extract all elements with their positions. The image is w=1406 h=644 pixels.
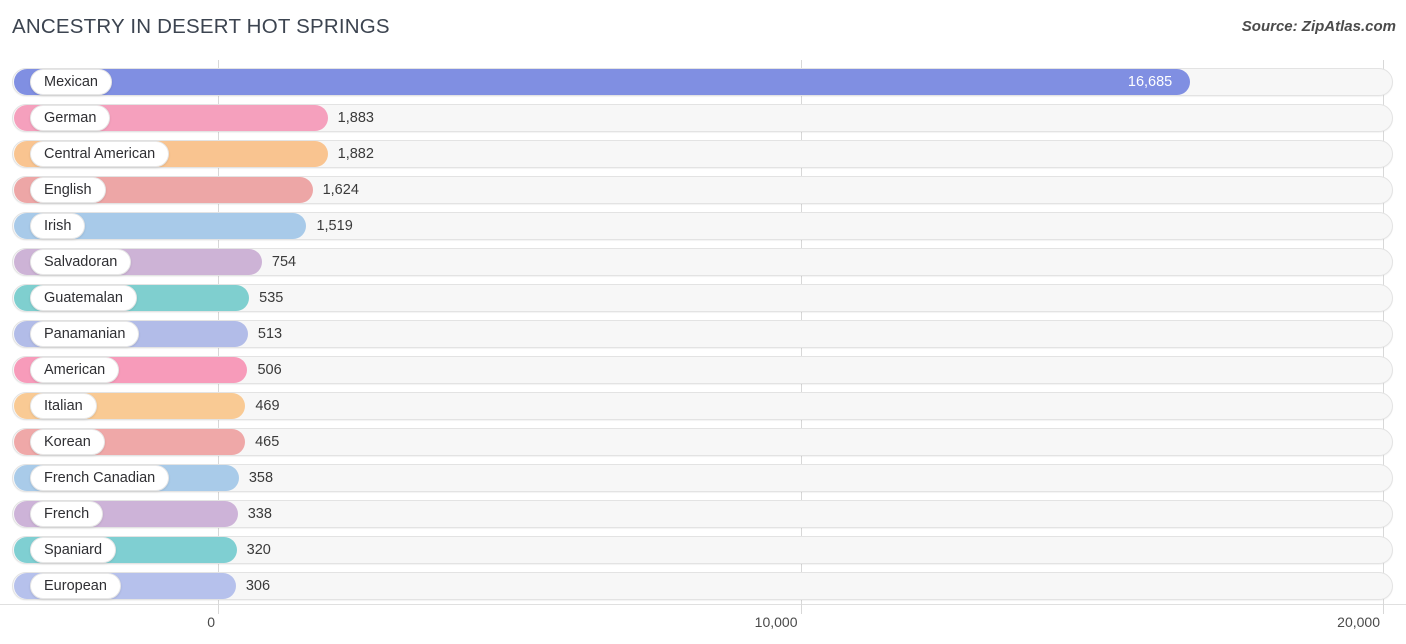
- bar-value-label: 506: [257, 361, 282, 378]
- bar-value-label: 1,882: [337, 145, 374, 162]
- bar-label-pill[interactable]: English: [30, 177, 106, 203]
- bar-category-label: English: [44, 181, 92, 198]
- bar-category-label: Panamanian: [44, 325, 126, 342]
- bar-value-label: 1,624: [322, 181, 359, 198]
- bar-label-pill[interactable]: Irish: [30, 213, 86, 239]
- chart-row: Irish 1,519: [0, 208, 1406, 244]
- bar-label-pill[interactable]: German: [30, 105, 111, 131]
- bar-category-label: Spaniard: [44, 541, 103, 558]
- bar-value-label: 16,685: [1127, 73, 1173, 90]
- source-attribution: Source: ZipAtlas.com: [1241, 18, 1396, 35]
- chart-row: Guatemalan 535: [0, 280, 1406, 316]
- bar-label-pill[interactable]: Korean: [30, 429, 105, 455]
- bar-category-label: Mexican: [44, 73, 98, 90]
- bar-label-pill[interactable]: American: [30, 357, 120, 383]
- chart-row: Central American 1,882: [0, 136, 1406, 172]
- bar-category-label: Italian: [44, 397, 83, 414]
- x-axis-tick-label: 10,000: [754, 614, 798, 630]
- tick-mark-10000: [800, 604, 802, 614]
- bar-category-label: Korean: [44, 433, 91, 450]
- chart-plot-area: Mexican 16,685 German 1,883 Central American…: [0, 60, 1406, 608]
- bar-label-pill[interactable]: Guatemalan: [30, 285, 137, 311]
- chart-row: Mexican 16,685: [0, 64, 1406, 100]
- chart-row: Italian 469: [0, 388, 1406, 424]
- bar-label-pill[interactable]: French Canadian: [30, 465, 170, 491]
- bar-category-label: European: [44, 577, 107, 594]
- bar-value-label: 535: [259, 289, 284, 306]
- chart-row: English 1,624: [0, 172, 1406, 208]
- chart-row: European 306: [0, 568, 1406, 604]
- bar-label-pill[interactable]: Central American: [30, 141, 170, 167]
- bar-value-label: 1,519: [316, 217, 353, 234]
- bar-category-label: American: [44, 361, 106, 378]
- bar-label-pill[interactable]: Mexican: [30, 69, 112, 95]
- bar-category-label: Irish: [44, 217, 72, 234]
- bar-value-label: 469: [255, 397, 280, 414]
- chart-row: German 1,883: [0, 100, 1406, 136]
- chart-page: ANCESTRY IN DESERT HOT SPRINGS Source: Z…: [0, 0, 1406, 644]
- chart-row: Spaniard 320: [0, 532, 1406, 568]
- axis-baseline: [0, 604, 1406, 605]
- bar-label-pill[interactable]: Spaniard: [30, 537, 117, 563]
- bar-category-label: German: [44, 109, 97, 126]
- bar-category-label: French Canadian: [44, 469, 156, 486]
- page-title: ANCESTRY IN DESERT HOT SPRINGS: [12, 15, 390, 38]
- chart-row: Panamanian 513: [0, 316, 1406, 352]
- chart-row: American 506: [0, 352, 1406, 388]
- bar-category-label: Salvadoran: [44, 253, 118, 270]
- x-axis-tick-label: 20,000: [1337, 614, 1380, 630]
- x-axis-tick-label: 0: [207, 614, 215, 630]
- bar-label-pill[interactable]: European: [30, 573, 121, 599]
- bar-category-label: Guatemalan: [44, 289, 123, 306]
- chart-x-axis: 0 10,000 20,000: [0, 604, 1406, 644]
- bar-label-pill[interactable]: Italian: [30, 393, 97, 419]
- bar-value-label: 513: [257, 325, 283, 342]
- bar-label-pill[interactable]: French: [30, 501, 104, 527]
- bar-value-label: 1,883: [337, 109, 374, 126]
- bar-value-label: 320: [246, 541, 271, 558]
- bar[interactable]: [14, 69, 1190, 95]
- chart-row: French Canadian 358: [0, 460, 1406, 496]
- chart-row: French 338: [0, 496, 1406, 532]
- bar-label-pill[interactable]: Salvadoran: [30, 249, 132, 275]
- bar-label-pill[interactable]: Panamanian: [30, 321, 140, 347]
- tick-mark-20000: [1383, 604, 1384, 614]
- bar-value-label: 358: [248, 469, 274, 486]
- bar-category-label: Central American: [44, 145, 156, 162]
- bar-value-label: 465: [255, 433, 280, 450]
- bar-value-label: 306: [245, 577, 271, 594]
- bar-value-label: 338: [247, 505, 272, 522]
- tick-mark-0: [218, 604, 219, 614]
- chart-row: Salvadoran 754: [0, 244, 1406, 280]
- chart-row: Korean 465: [0, 424, 1406, 460]
- bar-category-label: French: [44, 505, 90, 522]
- bar-value-label: 754: [271, 253, 297, 270]
